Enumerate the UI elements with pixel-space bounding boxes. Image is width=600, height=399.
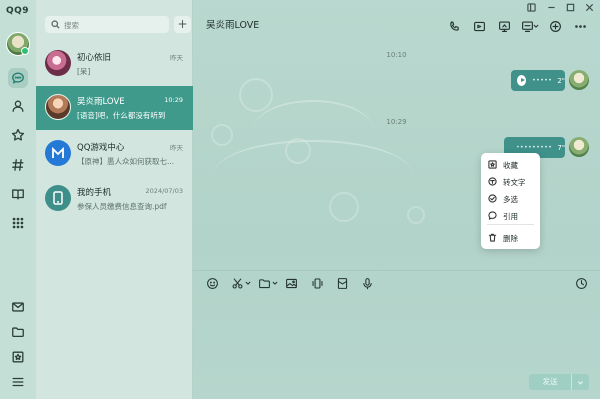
menu-item-to-text[interactable]: 转文字 xyxy=(481,174,540,190)
conversation-item[interactable]: 我的手机 2024/07/03 参保人员缴费信息查询.pdf xyxy=(36,177,193,221)
pin-window-icon[interactable] xyxy=(527,3,537,13)
conversation-preview: 【原神】愚人众如何获取七... xyxy=(77,157,175,166)
quote-icon xyxy=(488,211,497,220)
folder-icon[interactable] xyxy=(8,322,28,342)
conversation-item[interactable]: QQ游戏中心 昨天 【原神】愚人众如何获取七... xyxy=(36,132,193,176)
qq-window: QQ9 搜索 + 初心依旧 昨天 [呆] 吴炎雨LOVE 10:29 [语音]吧… xyxy=(0,0,600,399)
search-icon xyxy=(51,20,60,29)
background-flower xyxy=(407,206,425,224)
voice-duration: 7" xyxy=(557,143,566,152)
voice-duration: 2" xyxy=(557,76,565,85)
maximize-icon[interactable] xyxy=(566,3,576,13)
send-group: 发送 xyxy=(529,374,589,390)
menu-item-label: 转文字 xyxy=(503,178,526,187)
voice-waveform: ••••• xyxy=(532,77,553,84)
apps-grid-icon[interactable] xyxy=(8,213,28,233)
collection-icon[interactable] xyxy=(8,347,28,367)
voice-call-icon[interactable] xyxy=(446,18,462,34)
image-icon[interactable] xyxy=(285,275,298,291)
send-options-button[interactable] xyxy=(571,374,589,390)
conversation-time: 2024/07/03 xyxy=(145,187,183,195)
channels-hash-icon[interactable] xyxy=(8,155,28,175)
menu-item-quote[interactable]: 引用 xyxy=(481,208,540,224)
input-divider xyxy=(193,270,600,271)
conversation-preview: 参保人员缴费信息查询.pdf xyxy=(77,202,167,211)
microphone-icon[interactable] xyxy=(361,275,374,291)
conversation-name: 我的手机 xyxy=(77,188,112,198)
game-center-icon xyxy=(52,146,64,158)
menu-item-favorite[interactable]: 收藏 xyxy=(481,157,540,173)
conversation-time: 昨天 xyxy=(170,144,183,152)
voice-waveform: ••••••••• xyxy=(516,144,553,151)
favorites-star-icon[interactable] xyxy=(8,125,28,145)
video-call-icon[interactable] xyxy=(471,18,487,34)
avatar xyxy=(45,94,71,120)
chevron-down-icon[interactable] xyxy=(532,18,540,34)
avatar[interactable] xyxy=(569,137,589,157)
message-timestamp: 10:29 xyxy=(386,118,407,126)
messages-icon[interactable] xyxy=(8,68,28,88)
context-menu: 收藏 转文字 多选 引用 删除 xyxy=(481,153,540,249)
close-icon[interactable] xyxy=(585,3,595,13)
history-clock-icon[interactable] xyxy=(575,275,588,291)
menu-hamburger-icon[interactable] xyxy=(8,372,28,392)
nav-rail: QQ9 xyxy=(0,0,36,399)
menu-item-multi-select[interactable]: 多选 xyxy=(481,191,540,207)
phone-device-icon xyxy=(53,191,63,205)
background-branch xyxy=(253,100,373,160)
send-button[interactable]: 发送 xyxy=(529,374,571,390)
voice-message[interactable]: ••••• 2" xyxy=(511,70,565,91)
conversation-name: QQ游戏中心 xyxy=(77,143,125,153)
screenshot-scissors-icon[interactable] xyxy=(231,275,251,291)
conversation-list: 搜索 + 初心依旧 昨天 [呆] 吴炎雨LOVE 10:29 [语音]吧，什么都… xyxy=(36,0,193,399)
conversation-item[interactable]: 初心依旧 昨天 [呆] xyxy=(36,42,193,86)
avatar xyxy=(45,185,71,211)
more-options-icon[interactable] xyxy=(572,18,588,34)
check-circle-icon xyxy=(488,194,497,203)
guide-book-icon[interactable] xyxy=(8,184,28,204)
chevron-down-icon xyxy=(577,380,584,385)
conversation-name: 初心依旧 xyxy=(77,53,112,63)
menu-item-label: 引用 xyxy=(503,212,518,221)
online-status-icon xyxy=(21,47,29,55)
minimize-icon[interactable] xyxy=(547,3,557,13)
app-logo: QQ9 xyxy=(6,6,30,16)
play-icon[interactable] xyxy=(517,75,527,86)
file-folder-icon[interactable] xyxy=(258,275,278,291)
conversation-name: 吴炎雨LOVE xyxy=(77,97,125,107)
emoji-icon[interactable] xyxy=(206,275,219,291)
chat-title: 吴炎雨LOVE xyxy=(206,20,260,31)
conversation-preview: [呆] xyxy=(77,67,91,76)
background-flower xyxy=(239,78,273,112)
conversation-preview: [语音]吧，什么都没有听到 xyxy=(77,111,166,120)
contacts-icon[interactable] xyxy=(8,96,28,116)
avatar[interactable] xyxy=(569,70,589,90)
add-member-icon[interactable] xyxy=(547,18,563,34)
conversation-time: 10:29 xyxy=(164,96,183,104)
shake-icon[interactable] xyxy=(311,275,324,291)
red-packet-icon[interactable] xyxy=(336,275,349,291)
menu-item-label: 多选 xyxy=(503,195,518,204)
search-placeholder: 搜索 xyxy=(64,21,79,30)
avatar xyxy=(45,50,71,76)
menu-item-delete[interactable]: 删除 xyxy=(481,230,540,246)
menu-divider xyxy=(487,224,534,225)
trash-icon xyxy=(488,233,497,242)
chevron-down-icon[interactable] xyxy=(245,280,251,286)
screen-share-icon[interactable] xyxy=(496,18,512,34)
convert-text-icon xyxy=(488,177,497,186)
add-button[interactable]: + xyxy=(174,16,191,33)
search-input[interactable]: 搜索 xyxy=(45,16,169,33)
conversation-time: 昨天 xyxy=(170,54,183,62)
menu-item-label: 删除 xyxy=(503,234,518,243)
favorite-icon xyxy=(488,160,497,169)
chevron-down-icon[interactable] xyxy=(272,280,278,286)
menu-item-label: 收藏 xyxy=(503,161,518,170)
conversation-item[interactable]: 吴炎雨LOVE 10:29 [语音]吧，什么都没有听到 xyxy=(36,86,193,130)
mail-icon[interactable] xyxy=(8,297,28,317)
avatar xyxy=(45,140,71,166)
background-flower xyxy=(211,124,233,146)
message-timestamp: 10:10 xyxy=(386,51,407,59)
